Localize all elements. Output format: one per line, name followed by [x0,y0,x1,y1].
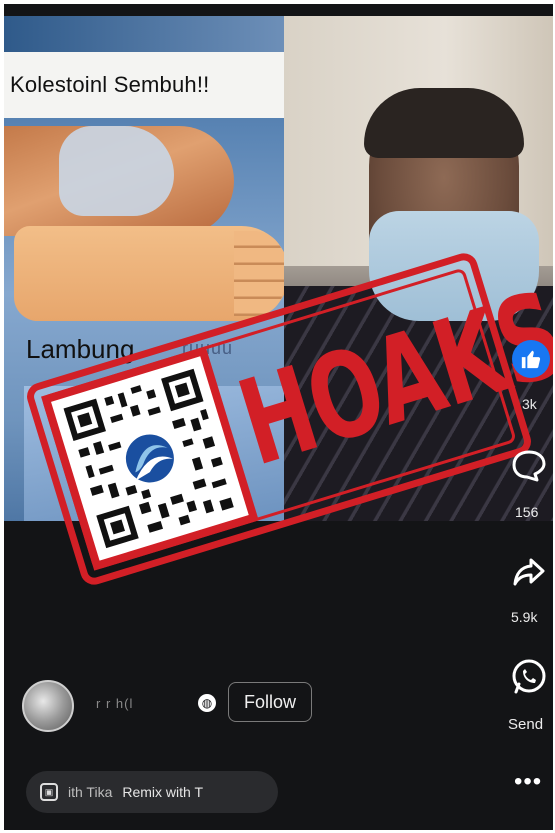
video-frame: Kolestoinl Sembuh!! Lambung ruuuu HOAKS … [4,4,553,830]
toes-image [234,231,284,316]
comment-glyph [512,450,546,482]
remix-item-1[interactable]: ith Tika [68,784,112,800]
globe-icon: ◍ [198,694,216,712]
comment-bubble-icon[interactable] [509,446,549,486]
thumbs-up-glyph [521,350,541,369]
thumbs-up-icon[interactable] [512,340,550,378]
follow-button[interactable]: Follow [228,682,312,722]
remix-bar[interactable]: ▣ ith Tika Remix with T [26,771,278,813]
share-count: 5.9k [511,609,538,625]
avatar[interactable] [22,680,74,732]
remix-item-2[interactable]: Remix with T [122,784,203,800]
hair-image [364,88,524,158]
share-arrow-icon[interactable] [509,552,549,592]
comment-count: 156 [515,504,539,520]
share-glyph [513,558,545,586]
username[interactable]: r r h(l [96,696,133,711]
remix-icon: ▣ [40,783,58,801]
video-caption-box: Kolestoinl Sembuh!! [4,52,284,118]
video-caption: Kolestoinl Sembuh!! [10,72,210,97]
glove-image [59,126,174,216]
whatsapp-icon[interactable] [508,656,550,698]
like-count: 3k [522,396,537,412]
whatsapp-glyph [512,659,546,694]
left-top-strip [4,16,284,52]
send-label: Send [508,716,544,733]
more-dots-icon[interactable]: ••• [514,770,542,794]
